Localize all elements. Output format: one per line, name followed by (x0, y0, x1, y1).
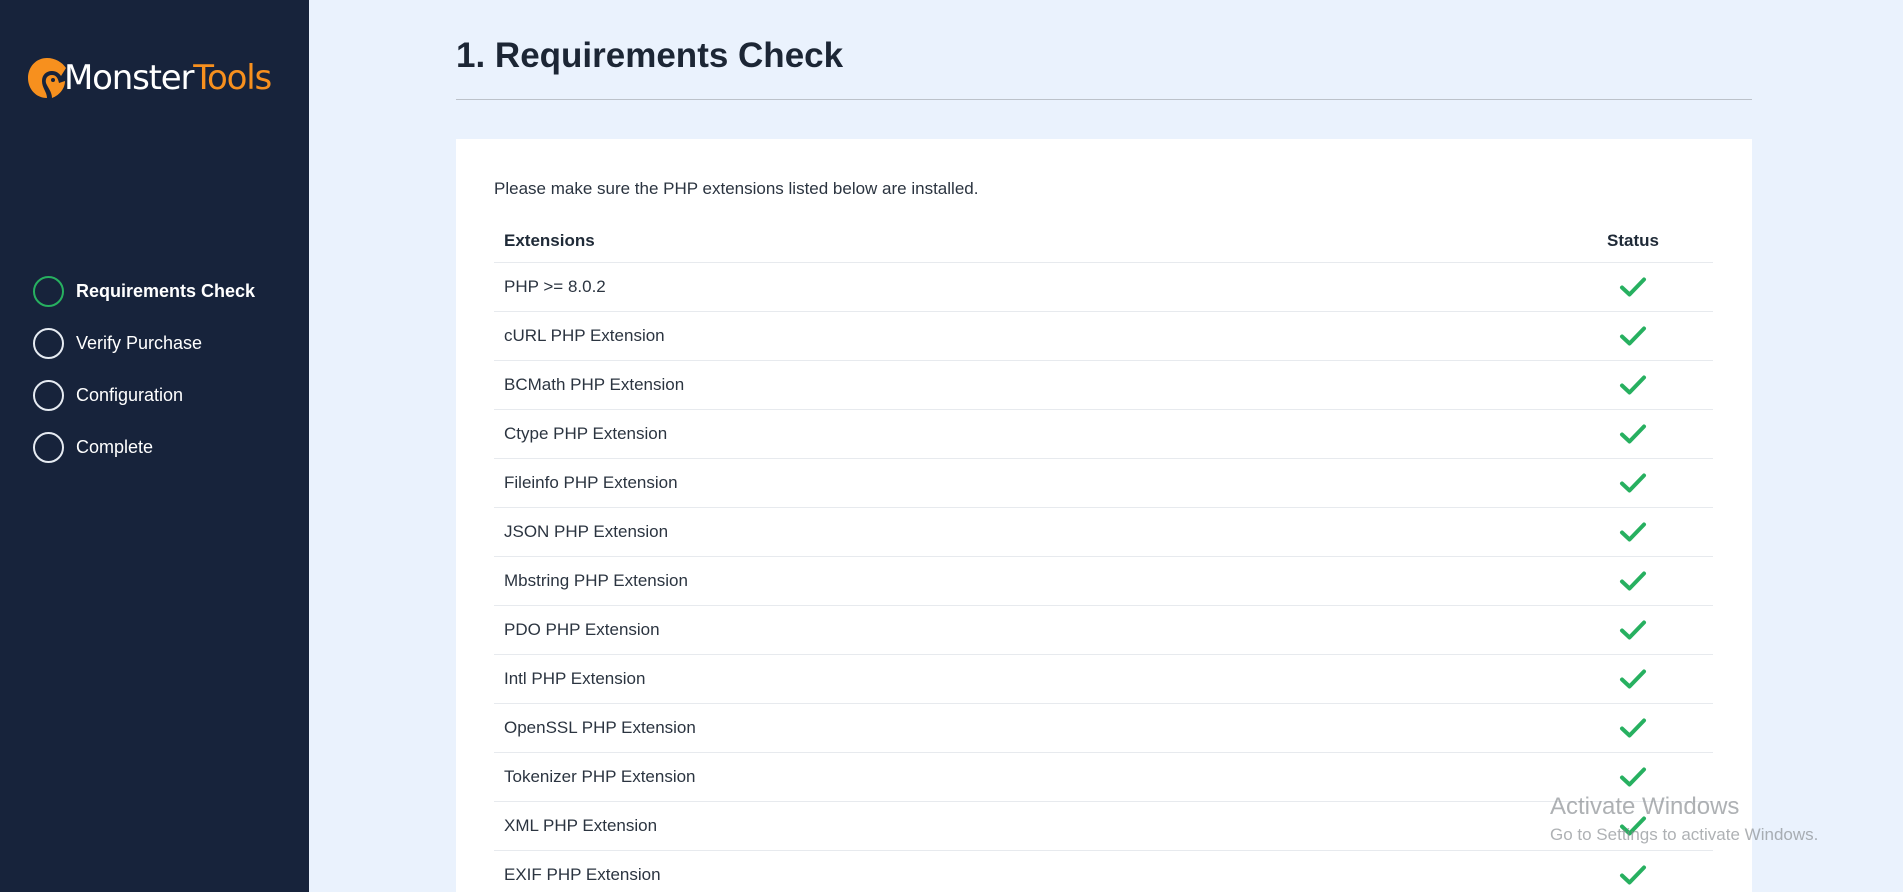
step-label: Requirements Check (76, 280, 256, 301)
extension-status-cell (1553, 801, 1713, 851)
extension-status-cell (1553, 752, 1713, 802)
extensions-table-body: PHP >= 8.0.2 cURL PHP Extension BCMath PHP… (494, 262, 1713, 892)
table-row: Fileinfo PHP Extension (494, 458, 1713, 508)
check-icon (1620, 522, 1646, 541)
extension-status-cell (1553, 311, 1713, 361)
column-header-extensions: Extensions (494, 220, 1553, 263)
check-icon (1620, 767, 1646, 786)
extension-status-cell (1553, 458, 1713, 508)
check-icon (1620, 326, 1646, 345)
table-row: Tokenizer PHP Extension (494, 752, 1713, 802)
step-label: Complete (76, 436, 154, 457)
step-configuration[interactable]: Configuration (33, 369, 255, 421)
step-label: Configuration (76, 384, 184, 405)
extension-status-cell (1553, 556, 1713, 606)
check-icon (1620, 669, 1646, 688)
table-row: cURL PHP Extension (494, 311, 1713, 361)
column-header-status: Status (1553, 220, 1713, 263)
extension-name-cell: OpenSSL PHP Extension (494, 703, 1553, 753)
monster-logo-icon (28, 58, 66, 98)
table-row: Ctype PHP Extension (494, 409, 1713, 459)
extension-name-cell: Mbstring PHP Extension (494, 556, 1553, 606)
table-row: PDO PHP Extension (494, 605, 1713, 655)
table-row: Mbstring PHP Extension (494, 556, 1713, 606)
table-row: XML PHP Extension (494, 801, 1713, 851)
check-icon (1620, 473, 1646, 492)
extension-name-cell: Intl PHP Extension (494, 654, 1553, 704)
step-status-circle-icon (33, 327, 64, 359)
table-row: JSON PHP Extension (494, 507, 1713, 557)
step-status-circle-icon (33, 275, 64, 307)
extension-name-cell: Fileinfo PHP Extension (494, 458, 1553, 508)
extension-name-cell: XML PHP Extension (494, 801, 1553, 851)
extension-name-cell: BCMath PHP Extension (494, 360, 1553, 410)
step-label: Verify Purchase (76, 332, 203, 353)
sidebar: MonsterTools Requirements Check Verify P… (0, 0, 309, 892)
check-icon (1620, 620, 1646, 639)
extension-status-cell (1553, 703, 1713, 753)
table-row: EXIF PHP Extension (494, 850, 1713, 892)
extension-name-cell: Tokenizer PHP Extension (494, 752, 1553, 802)
intro-text: Please make sure the PHP extensions list… (494, 179, 979, 198)
extension-name-cell: cURL PHP Extension (494, 311, 1553, 361)
extension-status-cell (1553, 850, 1713, 892)
check-icon (1620, 571, 1646, 590)
table-row: OpenSSL PHP Extension (494, 703, 1713, 753)
check-icon (1620, 375, 1646, 394)
extension-name-cell: EXIF PHP Extension (494, 850, 1553, 892)
table-row: PHP >= 8.0.2 (494, 262, 1713, 312)
page-title: 1. Requirements Check (456, 36, 844, 75)
step-status-circle-icon (33, 379, 64, 411)
check-icon (1620, 277, 1646, 296)
extension-status-cell (1553, 262, 1713, 312)
extensions-table: Extensions Status PHP >= 8.0.2 cURL PHP E… (494, 220, 1713, 892)
table-row: BCMath PHP Extension (494, 360, 1713, 410)
step-requirements-check[interactable]: Requirements Check (33, 265, 255, 317)
extension-name-cell: PHP >= 8.0.2 (494, 262, 1553, 312)
check-icon (1620, 424, 1646, 443)
logo-wordmark: MonsterTools (64, 58, 272, 98)
extension-status-cell (1553, 360, 1713, 410)
extension-status-cell (1553, 654, 1713, 704)
check-icon (1620, 816, 1646, 835)
wizard-steps: Requirements Check Verify Purchase Confi… (33, 265, 255, 473)
check-icon (1620, 718, 1646, 737)
step-verify-purchase[interactable]: Verify Purchase (33, 317, 255, 369)
extension-name-cell: Ctype PHP Extension (494, 409, 1553, 459)
extension-status-cell (1553, 507, 1713, 557)
title-divider (456, 99, 1752, 100)
requirements-card: Please make sure the PHP extensions list… (456, 139, 1752, 892)
check-icon (1620, 865, 1646, 884)
table-header-row: Extensions Status (494, 220, 1713, 263)
step-status-circle-icon (33, 431, 64, 463)
table-row: Intl PHP Extension (494, 654, 1713, 704)
extension-status-cell (1553, 409, 1713, 459)
extension-status-cell (1553, 605, 1713, 655)
extension-name-cell: JSON PHP Extension (494, 507, 1553, 557)
extension-name-cell: PDO PHP Extension (494, 605, 1553, 655)
step-complete[interactable]: Complete (33, 421, 255, 473)
brand-logo[interactable]: MonsterTools (26, 54, 272, 102)
